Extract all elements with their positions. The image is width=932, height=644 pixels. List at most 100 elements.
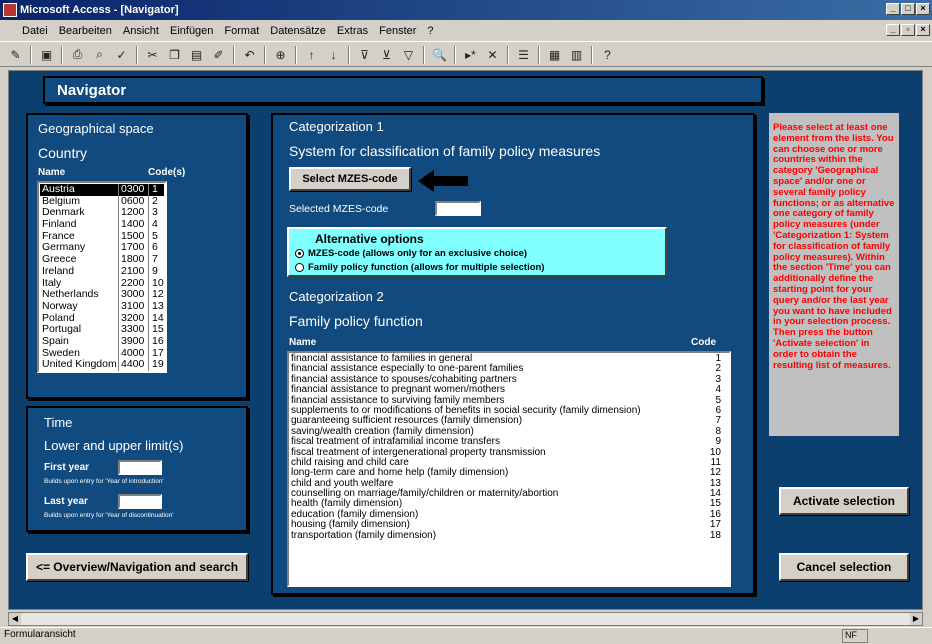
radio-mzes-code[interactable]: MZES-code (allows only for an exclusive … bbox=[295, 248, 527, 259]
country-id: 1 bbox=[148, 183, 158, 196]
function-row[interactable]: financial assistance to pregnant women/m… bbox=[289, 384, 729, 396]
cut-icon[interactable]: ✂ bbox=[143, 45, 162, 64]
activate-selection-button[interactable]: Activate selection bbox=[779, 487, 909, 515]
filter-by-selection-icon[interactable]: ⊽ bbox=[355, 45, 374, 64]
toolbar-separator bbox=[264, 45, 266, 64]
function-name: transportation (family dimension) bbox=[291, 529, 437, 541]
toolbar-separator bbox=[136, 45, 138, 64]
time-heading: Time bbox=[44, 415, 73, 430]
paste-icon[interactable]: ▤ bbox=[187, 45, 206, 64]
sort-ascending-icon[interactable]: ↑ bbox=[302, 45, 321, 64]
selected-mzes-input[interactable] bbox=[435, 201, 481, 216]
hyperlink-icon[interactable]: ⊕ bbox=[271, 45, 290, 64]
country-code: 3100 bbox=[118, 300, 148, 313]
country-name-header: Name bbox=[38, 167, 66, 178]
country-list[interactable]: Austria 0300 1 Belgium 0600 2 Denmark 1200 3 Finl… bbox=[37, 181, 167, 373]
overview-navigation-button[interactable]: <= Overview/Navigation and search bbox=[26, 553, 248, 581]
toolbar-separator bbox=[454, 45, 456, 64]
country-name: Norway bbox=[42, 299, 78, 312]
country-heading: Country bbox=[38, 145, 88, 161]
doc-close-button[interactable]: × bbox=[916, 24, 930, 36]
close-button[interactable]: × bbox=[916, 3, 930, 15]
categorization-panel: Categorization 1 System for classificati… bbox=[271, 113, 755, 595]
select-mzes-code-button[interactable]: Select MZES-code bbox=[289, 167, 411, 191]
minimize-button[interactable]: _ bbox=[886, 3, 900, 15]
country-row[interactable]: Finland 1400 4 bbox=[40, 218, 164, 231]
family-function-list[interactable]: financial assistance to families in gene… bbox=[287, 351, 731, 587]
menu-bar: Datei Bearbeiten Ansicht Einfügen Format Date… bbox=[0, 20, 932, 42]
country-name: Spain bbox=[42, 334, 69, 347]
alt-heading: Alternative options bbox=[315, 232, 424, 246]
format-painter-icon[interactable]: ✐ bbox=[209, 45, 228, 64]
country-name: Austria bbox=[42, 183, 75, 195]
sort-descending-icon[interactable]: ↓ bbox=[324, 45, 343, 64]
delete-record-icon[interactable]: ✕ bbox=[483, 45, 502, 64]
form-title: Navigator bbox=[57, 82, 127, 99]
last-year-label: Last year bbox=[44, 496, 88, 507]
menu-item[interactable]: Fenster bbox=[379, 25, 416, 37]
scroll-left-icon[interactable]: ◀ bbox=[9, 613, 21, 625]
print-preview-icon[interactable]: ⌕ bbox=[90, 45, 109, 64]
country-id: 9 bbox=[148, 265, 158, 278]
toolbar-separator bbox=[591, 45, 593, 64]
country-row[interactable]: Norway 3100 13 bbox=[40, 299, 164, 313]
doc-minimize-button[interactable]: _ bbox=[886, 24, 900, 36]
toolbar-separator bbox=[295, 45, 297, 64]
help-panel: Please select at least one element from … bbox=[769, 113, 899, 436]
scroll-right-icon[interactable]: ▶ bbox=[910, 613, 922, 625]
menu-item[interactable]: Extras bbox=[337, 25, 368, 37]
country-id: 4 bbox=[148, 218, 158, 231]
country-row[interactable]: Spain 3900 16 bbox=[40, 334, 164, 348]
cancel-selection-button[interactable]: Cancel selection bbox=[779, 553, 909, 581]
help-icon[interactable]: ? bbox=[598, 45, 617, 64]
horizontal-scrollbar[interactable]: ◀ ▶ bbox=[8, 612, 923, 626]
radio-family-function[interactable]: Family policy function (allows for multi… bbox=[295, 262, 544, 273]
design-view-icon[interactable]: ✎ bbox=[6, 45, 25, 64]
copy-icon[interactable]: ❐ bbox=[165, 45, 184, 64]
window-controls: _ □ × bbox=[886, 3, 930, 15]
find-icon[interactable]: 🔍 bbox=[430, 45, 449, 64]
toolbar-separator bbox=[507, 45, 509, 64]
country-row[interactable]: United Kingdom 4400 19 bbox=[40, 359, 164, 371]
menu-item[interactable]: ? bbox=[427, 25, 433, 37]
last-year-input[interactable] bbox=[118, 494, 162, 509]
apply-filter-icon[interactable]: ▽ bbox=[399, 45, 418, 64]
maximize-button[interactable]: □ bbox=[901, 3, 915, 15]
menu-item[interactable]: Bearbeiten bbox=[59, 25, 112, 37]
first-year-note: Builds upon entry for 'Year of introduct… bbox=[44, 478, 164, 485]
radio-selected-icon bbox=[295, 249, 304, 258]
undo-icon[interactable]: ↶ bbox=[240, 45, 259, 64]
function-row[interactable]: fiscal treatment of intrafamilial income… bbox=[289, 436, 729, 448]
geo-heading: Geographical space bbox=[38, 121, 154, 136]
country-name: Finland bbox=[42, 218, 77, 231]
doc-restore-button[interactable]: ▫ bbox=[901, 24, 915, 36]
status-text: Formularansicht bbox=[4, 629, 76, 640]
menu-item[interactable]: Einfügen bbox=[170, 25, 213, 37]
country-code: 2100 bbox=[118, 265, 148, 278]
toolbar-separator bbox=[61, 45, 63, 64]
save-icon[interactable]: ▣ bbox=[37, 45, 56, 64]
function-row[interactable]: transportation (family dimension) 18 bbox=[289, 529, 729, 541]
new-record-icon[interactable]: ▸* bbox=[461, 45, 480, 64]
country-row[interactable]: Ireland 2100 9 bbox=[40, 264, 164, 278]
spellcheck-icon[interactable]: ✓ bbox=[112, 45, 131, 64]
database-window-icon[interactable]: ▦ bbox=[545, 45, 564, 64]
cat1-subheading: System for classification of family poli… bbox=[289, 143, 601, 159]
menu-item[interactable]: Format bbox=[224, 25, 259, 37]
alternative-options-box: Alternative options MZES-code (allows on… bbox=[287, 227, 667, 277]
function-code: 4 bbox=[715, 384, 721, 396]
last-year-note: Builds upon entry for 'Year of discontin… bbox=[44, 512, 174, 519]
country-code: 4400 bbox=[118, 359, 148, 371]
filter-by-form-icon[interactable]: ⊻ bbox=[377, 45, 396, 64]
country-row[interactable]: Austria 0300 1 bbox=[40, 183, 164, 196]
menu-item[interactable]: Datensätze bbox=[270, 25, 326, 37]
function-code: 9 bbox=[715, 436, 721, 448]
toolbar-separator bbox=[348, 45, 350, 64]
new-object-icon[interactable]: ▥ bbox=[567, 45, 586, 64]
menu-item[interactable]: Datei bbox=[22, 25, 48, 37]
first-year-input[interactable] bbox=[118, 460, 162, 475]
print-icon[interactable]: ⎙ bbox=[68, 45, 87, 64]
properties-icon[interactable]: ☰ bbox=[514, 45, 533, 64]
menu-item[interactable]: Ansicht bbox=[123, 25, 159, 37]
country-name: Ireland bbox=[42, 264, 75, 277]
